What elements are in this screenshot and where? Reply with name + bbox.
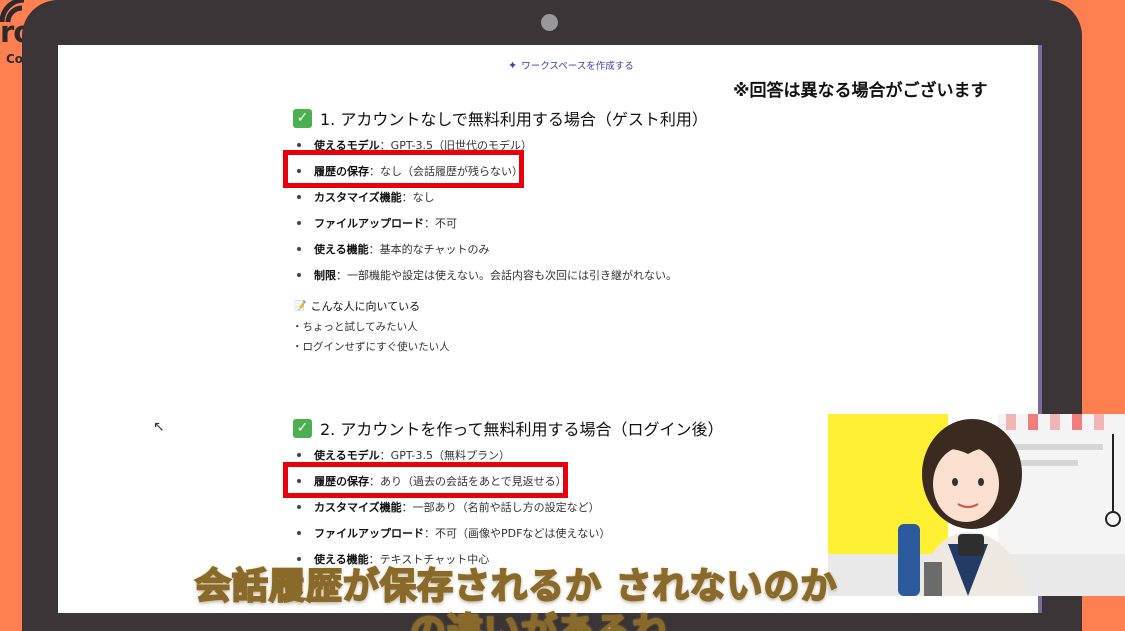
section2-item: 使えるモデル ：GPT-3.5（無料プラン） [297,447,510,463]
section2-title: ✓ 2. アカウントを作って無料利用する場合（ログイン後） [293,416,724,440]
disclaimer-note: ※回答は異なる場合がございます [733,81,988,101]
sparkle-icon: ✦ [508,58,518,72]
section1-item: 使える機能 ：基本的なチャットのみ [297,241,490,257]
create-workspace-label: ワークスペースを作成する [521,61,634,72]
check-icon: ✓ [293,418,312,438]
memo-icon: 📝 [294,300,307,312]
suitable-for-heading-text: こんな人に向いている [310,300,421,313]
section1-item: ファイルアップロード ：不可 [297,215,457,231]
subtitle-caption-line2: の違いがあるね [409,602,669,631]
highlight-box [283,462,568,498]
suitable-for-item: ・ちょっと試してみたい人 [292,321,418,333]
section1-title: ✓ 1. アカウントなしで無料利用する場合（ゲスト利用） [293,106,708,130]
section2-title-text: 2. アカウントを作って無料利用する場合（ログイン後） [320,420,724,439]
presenter-avatar [898,419,1121,596]
suitable-for-item: ・ログインせずにすぐ使いたい人 [292,341,450,353]
section1-title-text: 1. アカウントなしで無料利用する場合（ゲスト利用） [320,110,708,129]
section2-item: カスタマイズ機能 ：一部あり（名前や話し方の設定など） [297,499,600,515]
suitable-for-heading: 📝 こんな人に向いている [294,298,420,314]
check-icon: ✓ [293,108,312,128]
camera-icon [541,14,558,31]
section1-item: 制限 ：一部機能や設定は使えない。会話内容も次回には引き継がれない。 [297,267,677,283]
section2-item: ファイルアップロード ：不可（画像やPDFなどは使えない） [297,525,610,541]
section1-item: カスタマイズ機能 ：なし [297,189,435,205]
create-workspace-link[interactable]: ✦ ワークスペースを作成する [508,58,634,73]
highlight-box [283,150,524,188]
mouse-cursor-icon: ↖ [153,419,165,435]
presenter-video [828,414,1125,596]
